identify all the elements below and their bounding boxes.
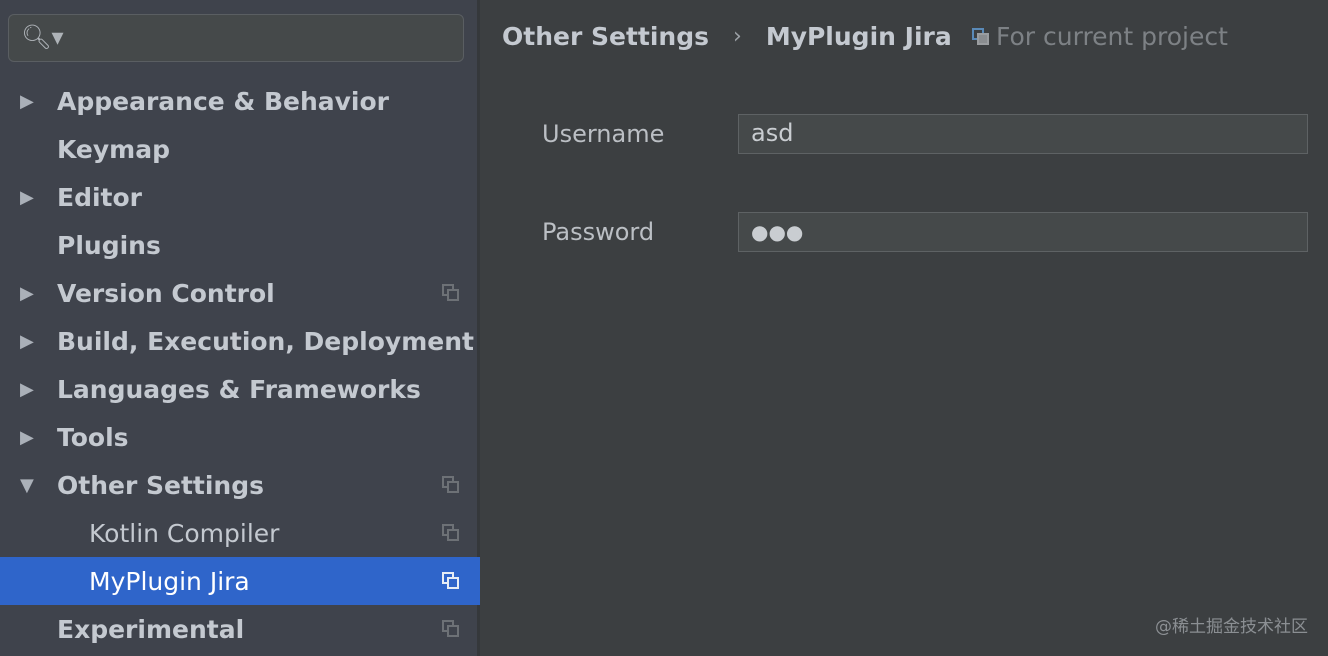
sidebar-item-label: Version Control (57, 278, 275, 308)
sidebar-item-tools[interactable]: ▶ Tools (0, 413, 480, 461)
sidebar-item-plugins[interactable]: Plugins (0, 221, 480, 269)
expanded-arrow-icon[interactable]: ▼ (20, 475, 34, 496)
sidebar-item-keymap[interactable]: Keymap (0, 125, 480, 173)
project-icon (972, 27, 990, 46)
project-level-icon (442, 284, 460, 302)
settings-sidebar: 🔍︎▾ ▶ Appearance & Behavior Keymap ▶ Editor P… (0, 0, 480, 656)
sidebar-item-appearance-behavior[interactable]: ▶ Appearance & Behavior (0, 77, 480, 125)
project-level-icon (442, 476, 460, 494)
sidebar-item-label: Kotlin Compiler (89, 518, 280, 548)
search-input[interactable]: 🔍︎▾ (8, 14, 464, 62)
sidebar-item-label: Keymap (57, 134, 171, 164)
breadcrumb-current: MyPlugin Jira (765, 22, 952, 51)
project-level-icon (442, 524, 460, 542)
breadcrumb-separator: › (733, 24, 742, 49)
project-level-icon (442, 572, 460, 590)
sidebar-item-build-execution-deployment[interactable]: ▶ Build, Execution, Deployment (0, 317, 480, 365)
sidebar-item-editor[interactable]: ▶ Editor (0, 173, 480, 221)
sidebar-item-label: Tools (57, 422, 129, 452)
sidebar-item-version-control[interactable]: ▶ Version Control (0, 269, 480, 317)
search-icon: 🔍︎▾ (21, 23, 64, 51)
breadcrumb-parent[interactable]: Other Settings (502, 22, 709, 51)
sidebar-item-label: Build, Execution, Deployment (57, 326, 474, 356)
sidebar-item-myplugin-jira[interactable]: MyPlugin Jira (0, 557, 480, 605)
scope-label: For current project (996, 22, 1228, 51)
sidebar-item-label: Appearance & Behavior (57, 86, 389, 116)
collapsed-arrow-icon[interactable]: ▶ (20, 331, 34, 352)
sidebar-item-experimental[interactable]: Experimental (0, 605, 480, 653)
collapsed-arrow-icon[interactable]: ▶ (20, 91, 34, 112)
sidebar-item-label: Experimental (57, 614, 245, 644)
sidebar-item-label: Editor (57, 182, 142, 212)
sidebar-item-label: MyPlugin Jira (89, 566, 250, 596)
username-label: Username (542, 120, 665, 148)
collapsed-arrow-icon[interactable]: ▶ (20, 283, 34, 304)
collapsed-arrow-icon[interactable]: ▶ (20, 379, 34, 400)
sidebar-item-label: Other Settings (57, 470, 264, 500)
collapsed-arrow-icon[interactable]: ▶ (20, 427, 34, 448)
sidebar-item-kotlin-compiler[interactable]: Kotlin Compiler (0, 509, 480, 557)
project-level-icon (442, 620, 460, 638)
username-field[interactable]: asd (738, 114, 1308, 154)
sidebar-item-label: Plugins (57, 230, 161, 260)
sidebar-item-label: Languages & Frameworks (57, 374, 421, 404)
sidebar-item-other-settings[interactable]: ▼ Other Settings (0, 461, 480, 509)
collapsed-arrow-icon[interactable]: ▶ (20, 187, 34, 208)
password-label: Password (542, 218, 655, 246)
sidebar-item-languages-frameworks[interactable]: ▶ Languages & Frameworks (0, 365, 480, 413)
watermark: @稀土掘金技术社区 (1155, 617, 1308, 637)
password-field[interactable]: ●●● (738, 212, 1308, 252)
breadcrumb: Other Settings › MyPlugin Jira (502, 22, 952, 51)
project-scope-note: For current project (972, 22, 1228, 51)
